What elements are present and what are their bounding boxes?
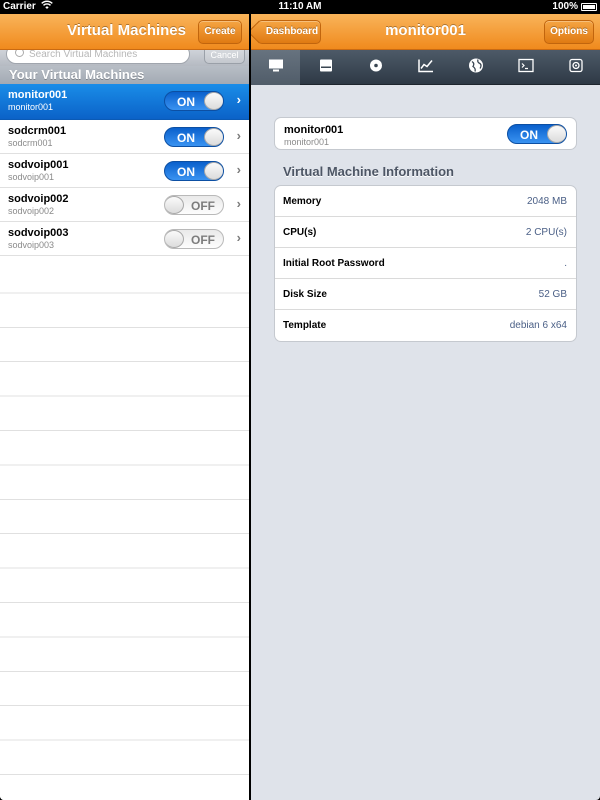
info-key: CPU(s) (283, 227, 317, 238)
toggle-knob (547, 125, 566, 143)
chevron-right-icon: › (236, 162, 241, 177)
chevron-right-icon: › (236, 128, 241, 143)
section-header: Your Virtual Machines (0, 66, 249, 84)
info-value: 52 GB (538, 289, 567, 300)
left-nav-bar: Virtual Machines Create (0, 14, 249, 50)
vm-info-card: Memory 2048 MB CPU(s) 2 CPU(s) Initial Root … (274, 185, 577, 342)
vm-list-item[interactable]: sodvoip001 sodvoip001 ON › (0, 154, 249, 188)
info-heading: Virtual Machine Information (283, 164, 454, 179)
vm-name: sodvoip001 (8, 159, 69, 171)
vm-summary-card: monitor001 monitor001 ON (274, 117, 577, 150)
chart-icon (417, 58, 434, 77)
vm-power-toggle[interactable]: ON (164, 127, 224, 147)
info-row: Disk Size 52 GB (275, 279, 576, 310)
create-button[interactable]: Create (198, 20, 242, 44)
vm-name: sodvoip003 (8, 227, 69, 239)
toolbar-tab-drive[interactable] (301, 50, 350, 85)
vm-power-toggle-label: ON (520, 128, 538, 142)
vm-list: monitor001 monitor001 ON › sodcrm001 sodcrm00… (0, 84, 249, 256)
vm-name: sodcrm001 (8, 125, 67, 137)
monitor-icon (268, 58, 284, 77)
chevron-right-icon: › (236, 230, 241, 245)
vm-power-toggle[interactable]: OFF (164, 229, 224, 249)
vm-list-item[interactable]: monitor001 monitor001 ON › (0, 84, 249, 120)
vm-subtitle: sodcrm001 (8, 138, 53, 148)
drive-icon (319, 58, 333, 77)
info-value: 2 CPU(s) (525, 227, 567, 238)
vm-list-item[interactable]: sodcrm001 sodcrm001 ON › (0, 120, 249, 154)
vm-subtitle: sodvoip001 (8, 172, 55, 182)
toolbar-tab-monitor[interactable] (251, 50, 300, 85)
vm-power-toggle-label: ON (177, 165, 195, 179)
info-row: Initial Root Password. (275, 248, 576, 279)
info-row: Template debian 6 x64 (275, 310, 576, 341)
right-nav-bar: Dashboard monitor001 Options (251, 14, 600, 50)
status-bar: Carrier 11:10 AM 100% (0, 0, 600, 14)
vm-subtitle: sodvoip003 (8, 240, 55, 250)
console-icon (517, 58, 534, 77)
vm-power-toggle-label: ON (177, 95, 195, 109)
globe-icon (468, 57, 484, 78)
options-button[interactable]: Options (544, 20, 594, 44)
vm-power-toggle-label: OFF (191, 233, 215, 247)
search-bar: Search Virtual Machines Cancel (0, 50, 249, 66)
search-input[interactable]: Search Virtual Machines (6, 50, 190, 64)
toolbar-tab-globe[interactable] (451, 50, 500, 85)
vm-power-toggle[interactable]: ON (164, 161, 224, 181)
info-key: Initial Root Password (283, 258, 385, 269)
vm-list-pane: Virtual Machines Create Search Virtual M… (0, 14, 249, 800)
search-placeholder: Search Virtual Machines (29, 50, 138, 60)
vm-name: monitor001 (8, 89, 68, 101)
info-value: debian 6 x64 (509, 320, 567, 331)
vm-power-toggle-label: OFF (191, 199, 215, 213)
vm-power-toggle[interactable]: ON (507, 124, 567, 144)
info-row: CPU(s) 2 CPU(s) (275, 217, 576, 248)
toolbar-tab-disc[interactable] (351, 50, 400, 85)
vm-list-item[interactable]: sodvoip002 sodvoip002 OFF › (0, 188, 249, 222)
vm-detail-sub: monitor001 (284, 137, 330, 147)
vm-power-toggle[interactable]: ON (164, 91, 224, 111)
toggle-knob (204, 128, 223, 146)
info-row: Memory 2048 MB (275, 186, 576, 217)
vm-power-toggle[interactable]: OFF (164, 195, 224, 215)
vm-detail-name: monitor001 (284, 124, 344, 136)
toggle-knob (165, 230, 184, 248)
left-nav-title: Virtual Machines (67, 22, 186, 39)
disc-icon (369, 58, 383, 77)
info-key: Disk Size (283, 289, 327, 300)
vm-subtitle: sodvoip002 (8, 206, 55, 216)
vm-detail-pane: Dashboard monitor001 Options monitor001 … (251, 14, 600, 800)
detail-toolbar (251, 50, 600, 85)
vm-list-item[interactable]: sodvoip003 sodvoip003 OFF › (0, 222, 249, 256)
search-icon (15, 50, 24, 57)
clock: 11:10 AM (278, 1, 322, 12)
chevron-right-icon: › (236, 196, 241, 211)
info-key: Memory (283, 196, 322, 207)
toolbar-tab-console[interactable] (501, 50, 550, 85)
snapshot-icon (568, 58, 583, 77)
toggle-knob (204, 92, 223, 110)
info-value: . (564, 258, 567, 269)
vm-subtitle: monitor001 (8, 102, 54, 112)
toggle-knob (204, 162, 223, 180)
battery-percentage: 100% (552, 1, 578, 12)
chevron-right-icon: › (236, 92, 241, 107)
cancel-button[interactable]: Cancel (204, 50, 245, 64)
toolbar-tab-chart[interactable] (401, 50, 450, 85)
info-value: 2048 MB (526, 196, 567, 207)
toggle-knob (165, 196, 184, 214)
battery-icon (581, 3, 597, 11)
vm-power-toggle-label: ON (177, 131, 195, 145)
toolbar-tab-snapshot[interactable] (551, 50, 600, 85)
info-key: Template (283, 320, 327, 331)
empty-rows (0, 259, 249, 800)
vm-name: sodvoip002 (8, 193, 69, 205)
